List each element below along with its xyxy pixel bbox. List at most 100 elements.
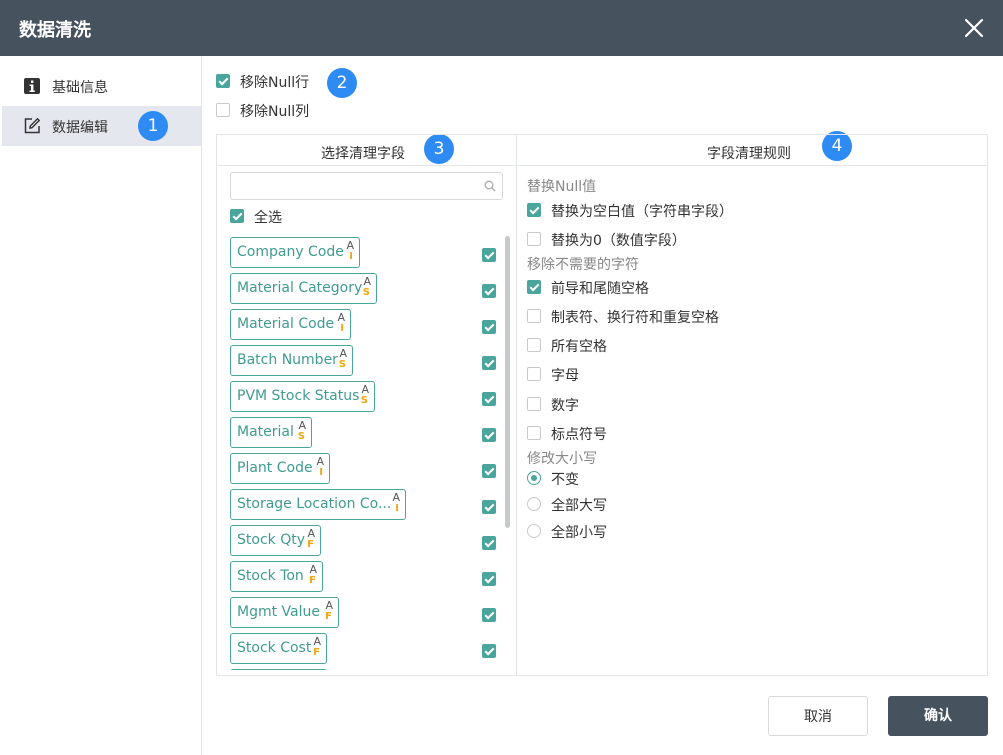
callout-badge-2: 2 xyxy=(327,68,357,98)
remove-null-rows-checkbox[interactable] xyxy=(216,74,230,88)
letters-label: 字母 xyxy=(551,368,579,384)
field-type-tag: F xyxy=(309,575,316,586)
case-unchanged-label: 不变 xyxy=(551,472,579,488)
field-checkbox-storage-location-code[interactable] xyxy=(482,500,496,514)
dialog-title: 数据清洗 xyxy=(19,20,91,41)
field-tag-stock-ton[interactable]: Stock Ton A F xyxy=(230,561,323,592)
field-checkbox-stock-qty[interactable] xyxy=(482,536,496,550)
panel-divider xyxy=(516,135,517,675)
field-tag-plant-code[interactable]: Plant Code A I xyxy=(230,453,330,484)
info-icon xyxy=(24,78,40,94)
field-checkbox-material-code[interactable] xyxy=(482,320,496,334)
field-tag-storage-location-code[interactable]: Storage Location Co... A I xyxy=(230,489,406,520)
field-type-tag: I xyxy=(319,467,323,478)
field-checkbox-company-code[interactable] xyxy=(482,248,496,262)
field-name: Plant Code xyxy=(237,460,313,476)
field-tag-material-code[interactable]: Material Code A I xyxy=(230,309,351,340)
field-type-tag: I xyxy=(349,251,353,262)
sidebar-item-label: 数据编辑 xyxy=(52,120,108,136)
field-search-input[interactable] xyxy=(231,173,471,199)
field-checkbox-stock-ton[interactable] xyxy=(482,572,496,586)
field-type-tag: S xyxy=(338,359,346,370)
field-type-tag: S xyxy=(360,395,368,406)
remove-null-rows-label: 移除Null行 xyxy=(240,75,310,91)
field-name: Stock Qty xyxy=(237,532,305,548)
search-icon[interactable] xyxy=(484,180,496,192)
punctuation-label: 标点符号 xyxy=(551,427,607,443)
field-list: Company Code A I Material Category A S M… xyxy=(216,230,516,670)
field-checkbox-material[interactable] xyxy=(482,428,496,442)
field-checkbox-material-category[interactable] xyxy=(482,284,496,298)
field-checkbox-batch-number[interactable] xyxy=(482,356,496,370)
field-name: Stock Ton xyxy=(237,568,304,584)
field-tag-stock-qty[interactable]: Stock Qty A F xyxy=(230,525,321,556)
field-name: Material Category xyxy=(237,280,363,296)
field-tag-batch-number[interactable]: Batch Number A S xyxy=(230,345,353,376)
case-upper-radio[interactable] xyxy=(527,497,541,511)
field-tag-company-code[interactable]: Company Code A I xyxy=(230,237,360,268)
field-checkbox-stock-cost[interactable] xyxy=(482,644,496,658)
dialog-header: 数据清洗 xyxy=(0,0,1003,56)
select-all-checkbox[interactable] xyxy=(230,209,244,223)
replace-null-heading: 替换Null值 xyxy=(527,179,597,195)
tabs-newlines-label: 制表符、换行符和重复空格 xyxy=(551,310,719,326)
select-all-label: 全选 xyxy=(254,210,282,226)
field-tag-pvm-stock-status[interactable]: PVM Stock Status A S xyxy=(230,381,375,412)
panel-header-line xyxy=(217,165,987,166)
sidebar-item-data-edit[interactable]: 数据编辑 xyxy=(2,106,201,146)
replace-blank-label: 替换为空白值（字符串字段） xyxy=(551,204,733,220)
field-name: Stock Cost xyxy=(237,640,312,656)
digits-checkbox[interactable] xyxy=(527,397,541,411)
field-type-tag: S xyxy=(362,287,370,298)
leading-trailing-spaces-label: 前导和尾随空格 xyxy=(551,281,649,297)
sidebar-item-label: 基础信息 xyxy=(52,80,108,96)
case-unchanged-radio[interactable] xyxy=(527,471,541,485)
digits-label: 数字 xyxy=(551,398,579,414)
remove-null-columns-label: 移除Null列 xyxy=(240,104,310,120)
rules-panel-title: 字段清理规则 xyxy=(707,146,791,162)
field-checkbox-pvm-stock-status[interactable] xyxy=(482,392,496,406)
remove-chars-heading: 移除不需要的字符 xyxy=(527,257,639,273)
field-checkbox-mgmt-value[interactable] xyxy=(482,608,496,622)
edit-icon xyxy=(24,118,40,134)
replace-blank-checkbox[interactable] xyxy=(527,203,541,217)
all-spaces-checkbox[interactable] xyxy=(527,338,541,352)
field-list-scrollbar[interactable] xyxy=(505,236,510,528)
field-type-tag: F xyxy=(325,611,332,622)
field-tag-stock-cost[interactable]: Stock Cost A F xyxy=(230,633,327,664)
leading-trailing-spaces-checkbox[interactable] xyxy=(527,280,541,294)
field-search[interactable] xyxy=(230,172,503,200)
sidebar-item-basic-info[interactable]: 基础信息 xyxy=(2,66,201,106)
field-name: Material Code xyxy=(237,316,335,332)
replace-zero-label: 替换为0（数值字段） xyxy=(551,233,686,249)
field-tag-partial[interactable] xyxy=(230,669,327,670)
field-tag-material-category[interactable]: Material Category A S xyxy=(230,273,377,304)
punctuation-checkbox[interactable] xyxy=(527,426,541,440)
field-type-tag: I xyxy=(395,503,399,514)
field-name: Mgmt Value xyxy=(237,604,320,620)
field-name: Company Code xyxy=(237,244,344,260)
replace-zero-checkbox[interactable] xyxy=(527,232,541,246)
field-checkbox-plant-code[interactable] xyxy=(482,464,496,478)
field-name: PVM Stock Status xyxy=(237,388,360,404)
remove-null-columns-checkbox[interactable] xyxy=(216,103,230,117)
field-type-tag: F xyxy=(307,539,314,550)
field-type-tag: F xyxy=(313,647,320,658)
field-type-tag: S xyxy=(297,431,305,442)
field-name: Batch Number xyxy=(237,352,338,368)
case-heading: 修改大小写 xyxy=(527,451,597,467)
callout-badge-1: 1 xyxy=(138,111,168,141)
fields-panel-title: 选择清理字段 xyxy=(321,146,405,162)
case-lower-label: 全部小写 xyxy=(551,525,607,541)
cancel-button[interactable]: 取消 xyxy=(768,696,868,736)
sidebar: 基础信息 数据编辑 xyxy=(0,56,202,755)
close-icon[interactable] xyxy=(962,16,986,40)
tabs-newlines-checkbox[interactable] xyxy=(527,309,541,323)
field-tag-material[interactable]: Material A S xyxy=(230,417,312,448)
field-name: Storage Location Co... xyxy=(237,496,392,512)
all-spaces-label: 所有空格 xyxy=(551,339,607,355)
case-lower-radio[interactable] xyxy=(527,524,541,538)
letters-checkbox[interactable] xyxy=(527,367,541,381)
field-tag-mgmt-value[interactable]: Mgmt Value A F xyxy=(230,597,339,628)
confirm-button[interactable]: 确认 xyxy=(888,696,988,736)
